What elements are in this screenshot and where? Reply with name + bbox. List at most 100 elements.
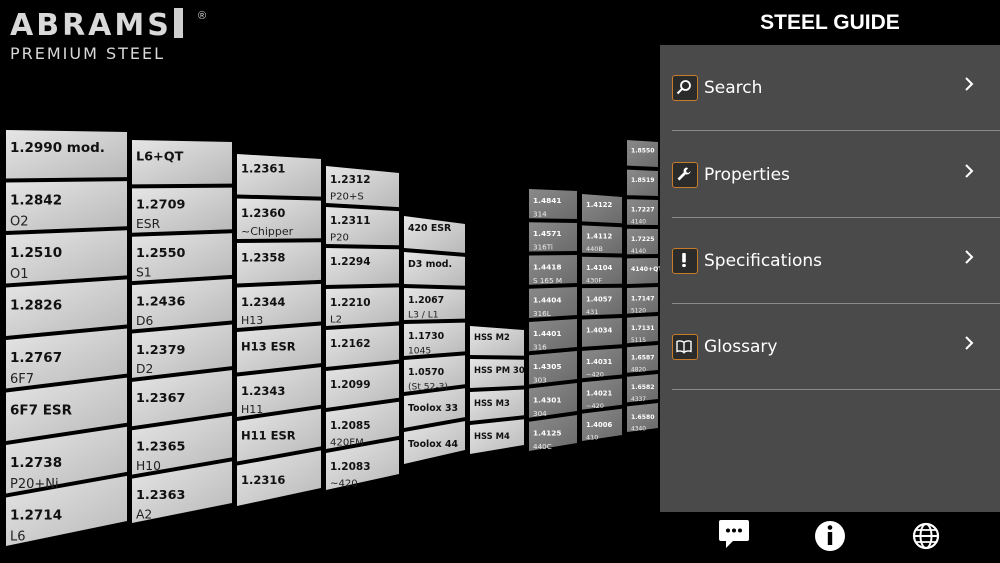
tile-equivalent: H10	[136, 459, 161, 473]
steel-tile[interactable]: 1.8519	[627, 169, 658, 196]
steel-tile[interactable]: 1.4104 430F	[582, 256, 622, 285]
steel-tile[interactable]: 1.1730 1045	[404, 322, 465, 357]
tile-grade: 1.6582	[631, 384, 655, 391]
steel-tile[interactable]: 1.2709 ESR	[132, 187, 232, 233]
tile-grade: 1.7225	[631, 236, 655, 243]
steel-tile[interactable]: 1.2360 ~Chipper	[237, 198, 321, 240]
steel-tile[interactable]: 1.2436 D6	[132, 278, 232, 330]
menu-item-search[interactable]: Search	[660, 45, 1000, 131]
tile-grade: D3 mod.	[408, 259, 452, 270]
steel-tile[interactable]: 1.2343 H11	[237, 367, 321, 417]
menu-item-properties[interactable]: Properties	[660, 132, 1000, 218]
tile-grade: 1.2714	[10, 508, 62, 524]
tile-equivalent: L6	[10, 530, 26, 545]
steel-tile[interactable]: 420 ESR	[404, 216, 465, 253]
tile-grade: 1.4301	[533, 395, 562, 404]
steel-tile[interactable]: 1.4122	[582, 194, 622, 224]
tile-equivalent: 420FM	[330, 438, 364, 449]
tile-grade: 1.2367	[136, 391, 185, 406]
tile-grade: H13 ESR	[241, 340, 296, 354]
steel-tile[interactable]: 1.6582 4337	[627, 374, 658, 403]
steel-tile[interactable]: 1.2294	[326, 248, 399, 285]
tile-equivalent: 440B	[586, 245, 603, 253]
steel-tile[interactable]: HSS PM 30	[470, 359, 525, 388]
tile-grade: 1.6580	[631, 414, 655, 421]
steel-tile[interactable]: 1.4418 S 165 M	[529, 255, 577, 285]
tile-grade: 1.2067	[408, 295, 444, 306]
tile-grade: 1.4021	[586, 389, 612, 397]
tile-equivalent: 1045	[408, 347, 431, 357]
steel-tile[interactable]: 1.2210 L2	[326, 287, 399, 326]
steel-tile[interactable]: 1.2361	[237, 154, 321, 197]
tile-grade: HSS M4	[474, 431, 510, 441]
steel-tile[interactable]: 1.0570 (St 52-3)	[404, 355, 465, 393]
steel-tile[interactable]: 1.4112 440B	[582, 225, 622, 254]
steel-tile[interactable]: 1.6580 4340	[627, 403, 658, 433]
tile-equivalent: O2	[10, 215, 29, 230]
steel-tile[interactable]: 1.2312 P20+S	[326, 166, 399, 208]
steel-tile[interactable]: Toolox 44	[404, 421, 465, 464]
steel-tile[interactable]: 1.2550 S1	[132, 233, 232, 282]
steel-tile[interactable]: 1.2367	[132, 370, 232, 427]
steel-tile[interactable]: L6+QT	[132, 140, 232, 185]
steel-tile[interactable]: 1.2990 mod.	[6, 130, 127, 179]
steel-tile[interactable]: 1.4401 316	[529, 319, 577, 351]
steel-tile[interactable]: 1.4031 ~420	[582, 348, 622, 379]
steel-tile[interactable]: 1.7131 5115	[627, 316, 658, 344]
tile-equivalent: A2	[136, 507, 152, 521]
steel-tile[interactable]: 1.7227 4140	[627, 199, 658, 225]
steel-tile[interactable]: 1.2510 O1	[6, 230, 127, 284]
steel-tile[interactable]: 1.4006 410	[582, 408, 622, 442]
steel-tile[interactable]: 1.4404 316L	[529, 287, 577, 318]
tile-grade: 1.2363	[136, 488, 185, 503]
menu-label-properties: Properties	[704, 165, 790, 185]
steel-tile[interactable]: 1.2162	[326, 325, 399, 368]
steel-tile[interactable]: 1.4034	[582, 318, 622, 347]
steel-tile[interactable]: 1.4057 431	[582, 287, 622, 316]
tile-grade: 1.4404	[533, 296, 562, 305]
tile-grade: 1.2510	[10, 245, 62, 261]
steel-tile[interactable]: 1.4571 316Ti	[529, 222, 577, 252]
steel-tile[interactable]: HSS M3	[470, 389, 524, 422]
steel-tile[interactable]: 1.2826	[6, 279, 127, 336]
steel-tile[interactable]: 1.4305 303	[529, 351, 577, 385]
tile-grade: 1.2365	[136, 440, 185, 455]
globe-icon[interactable]	[910, 518, 942, 552]
menu-item-glossary[interactable]: Glossary	[660, 304, 1000, 390]
tile-grade: 1.2767	[10, 350, 62, 366]
steel-tile[interactable]: 1.2067 L3 / L1	[404, 288, 465, 321]
tile-grade: 6F7 ESR	[10, 403, 73, 419]
steel-tile[interactable]: 4140+QT	[627, 258, 660, 284]
steel-tile[interactable]: 1.4125 440C	[529, 415, 577, 451]
tile-grade: 1.6587	[631, 355, 655, 362]
menu-label-glossary: Glossary	[704, 337, 778, 357]
steel-tile[interactable]: 1.2767 6F7	[6, 328, 127, 389]
menu-item-specifications[interactable]: Specifications	[660, 218, 1000, 304]
steel-tile[interactable]: 1.2311 P20	[326, 207, 399, 246]
steel-tile[interactable]: 1.2379 D2	[132, 324, 232, 378]
tile-grade: 1.2358	[241, 251, 285, 265]
chat-icon[interactable]	[718, 518, 750, 552]
steel-tile[interactable]: HSS M2	[470, 326, 524, 356]
steel-tile[interactable]: 1.7225 4140	[627, 228, 658, 255]
steel-tile[interactable]: 1.6587 4820	[627, 345, 658, 373]
steel-tile[interactable]: H13 ESR	[237, 325, 321, 373]
steel-tile[interactable]: 1.2344 H13	[237, 283, 321, 328]
steel-tile[interactable]: D3 mod.	[404, 252, 465, 286]
steel-tile[interactable]: Toolox 33	[404, 388, 465, 428]
steel-tile[interactable]: 1.7147 5120	[627, 287, 658, 314]
tile-grade: 1.2379	[136, 343, 185, 358]
steel-tile[interactable]: 1.2099	[326, 363, 399, 408]
steel-tile[interactable]: 1.4841 314	[529, 189, 577, 219]
steel-tile[interactable]: 1.8550	[627, 140, 658, 167]
tile-grade: 1.2210	[330, 297, 371, 309]
tile-equivalent: 316L	[533, 309, 551, 318]
tile-grade: 1.2360	[241, 206, 285, 220]
info-icon[interactable]	[814, 518, 846, 552]
steel-tile[interactable]: 1.4021 ~420	[582, 378, 622, 410]
steel-tile[interactable]: 1.4301 304	[529, 383, 577, 418]
steel-tile[interactable]: 1.2842 O2	[6, 181, 127, 231]
steel-tile[interactable]: 1.2358	[237, 242, 321, 284]
tile-equivalent: 430F	[586, 276, 602, 284]
steel-tile[interactable]: HSS M4	[470, 419, 524, 454]
